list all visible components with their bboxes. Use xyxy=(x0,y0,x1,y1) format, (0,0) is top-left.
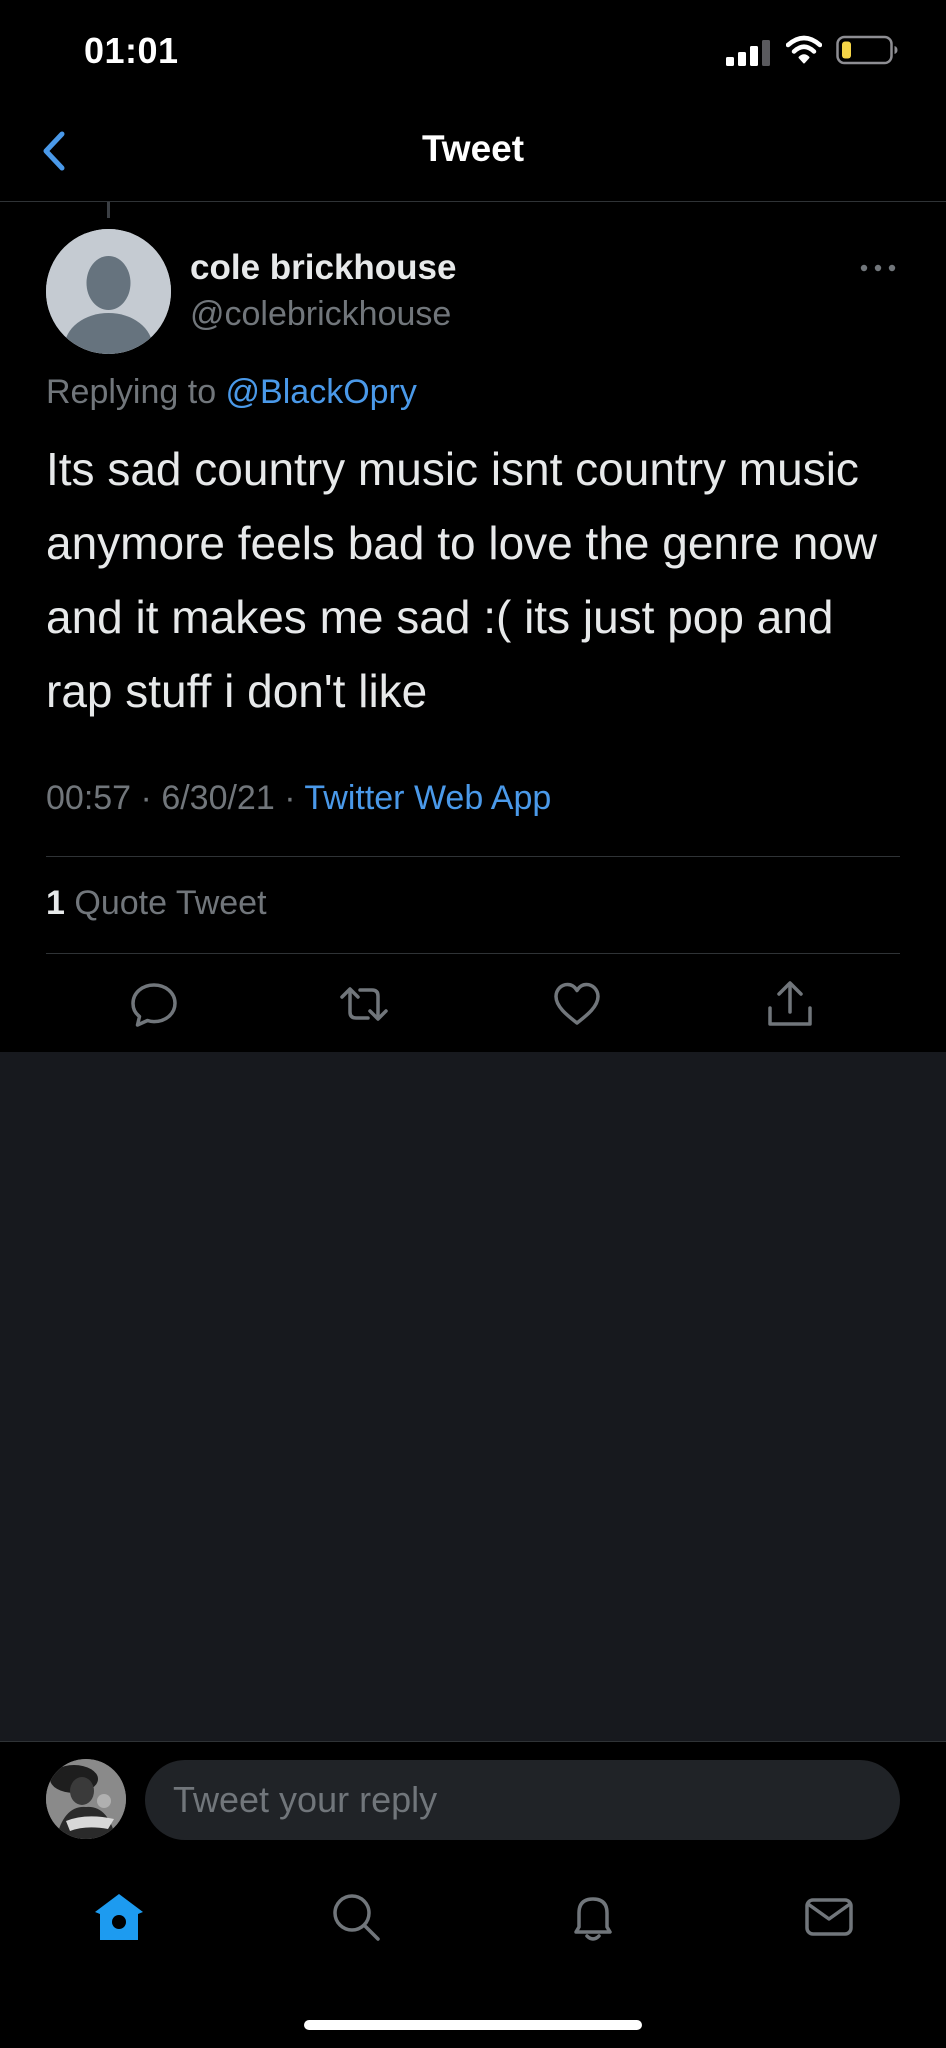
quote-label: Quote Tweet xyxy=(74,884,267,922)
replies-area xyxy=(0,1052,946,1742)
notifications-icon[interactable] xyxy=(566,1890,620,1944)
thread-connector xyxy=(107,202,110,218)
tweet-meta: 00:57 · 6/30/21 · Twitter Web App xyxy=(46,779,551,818)
quote-tweets-link[interactable]: 1 Quote Tweet xyxy=(46,884,267,923)
home-indicator xyxy=(304,2020,642,2030)
meta-separator: · xyxy=(274,779,305,817)
tweet-time: 00:57 xyxy=(46,779,132,817)
replying-prefix: Replying to xyxy=(46,373,226,411)
signal-icon xyxy=(726,40,770,66)
default-avatar-icon xyxy=(46,229,171,354)
reply-input[interactable] xyxy=(145,1760,900,1840)
retweet-icon[interactable] xyxy=(338,978,390,1030)
status-time: 01:01 xyxy=(84,30,179,71)
divider xyxy=(46,953,900,954)
author-handle[interactable]: @colebrickhouse xyxy=(190,295,451,334)
replying-to-link[interactable]: @BlackOpry xyxy=(226,373,417,411)
reply-icon[interactable] xyxy=(128,978,180,1030)
wifi-icon xyxy=(786,35,822,64)
home-icon[interactable] xyxy=(92,1890,146,1944)
tweet-source-link[interactable]: Twitter Web App xyxy=(304,779,551,817)
author-name[interactable]: cole brickhouse xyxy=(190,248,456,288)
like-icon[interactable] xyxy=(551,978,603,1030)
page-title: Tweet xyxy=(421,128,525,169)
messages-icon[interactable] xyxy=(802,1890,856,1944)
search-icon[interactable] xyxy=(329,1890,383,1944)
divider xyxy=(0,1741,946,1742)
share-icon[interactable] xyxy=(764,978,816,1030)
meta-separator: · xyxy=(131,779,162,817)
quote-count: 1 xyxy=(46,884,65,922)
header-divider xyxy=(0,201,946,202)
divider xyxy=(46,856,900,857)
tweet-date: 6/30/21 xyxy=(161,779,275,817)
more-options-icon[interactable] xyxy=(858,256,898,280)
author-avatar[interactable] xyxy=(46,229,171,354)
my-avatar[interactable] xyxy=(46,1759,126,1839)
profile-photo-icon xyxy=(46,1759,126,1839)
tweet-text: Its sad country music isnt country music… xyxy=(46,443,878,717)
battery-icon xyxy=(836,35,898,65)
replying-to: Replying to @BlackOpry xyxy=(46,373,417,412)
